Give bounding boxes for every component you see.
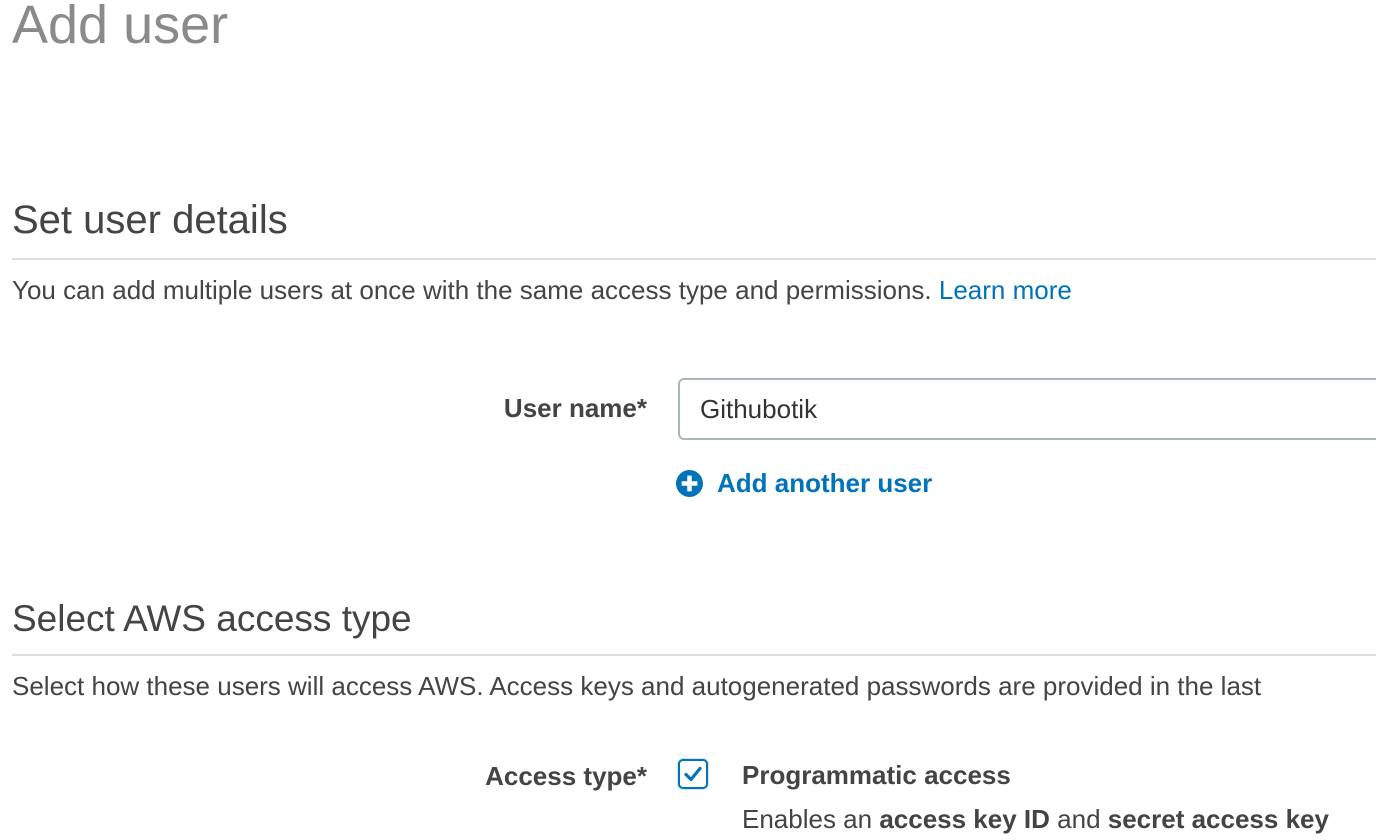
programmatic-access-title: Programmatic access xyxy=(742,760,1011,790)
add-user-page: Add user Set user details You can add mu… xyxy=(0,0,1376,840)
set-user-details-description: You can add multiple users at once with … xyxy=(12,275,1072,306)
secret-access-key-text: secret access key xyxy=(1107,804,1329,834)
access-type-label: Access type* xyxy=(485,761,647,791)
description-text: You can add multiple users at once with … xyxy=(12,275,939,305)
section-divider xyxy=(12,258,1376,260)
programmatic-access-checkbox[interactable] xyxy=(678,759,708,789)
programmatic-access-description: Enables an access key ID and secret acce… xyxy=(742,804,1329,835)
user-name-label: User name* xyxy=(503,393,647,423)
option-desc-prefix: Enables an xyxy=(742,804,880,834)
select-access-type-description: Select how these users will access AWS. … xyxy=(12,671,1262,701)
section-divider xyxy=(12,654,1376,656)
checkmark-icon xyxy=(684,766,702,782)
learn-more-link[interactable]: Learn more xyxy=(939,275,1072,305)
add-another-user-button[interactable]: Add another user xyxy=(676,468,932,499)
access-key-id-text: access key ID xyxy=(879,804,1050,834)
select-access-type-heading: Select AWS access type xyxy=(12,598,412,639)
set-user-details-heading: Set user details xyxy=(12,198,288,242)
add-another-user-label: Add another user xyxy=(717,468,933,498)
option-desc-mid: and xyxy=(1049,804,1108,834)
plus-circle-icon xyxy=(676,470,703,497)
page-title: Add user xyxy=(12,0,229,55)
user-name-input[interactable] xyxy=(678,378,1376,440)
